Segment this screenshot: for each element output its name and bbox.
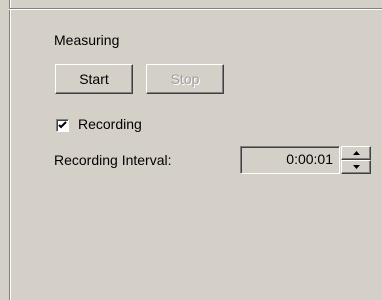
start-button[interactable]: Start xyxy=(55,64,133,94)
panel-border-left xyxy=(9,0,11,300)
arrow-down-icon xyxy=(353,165,360,169)
arrow-up-icon xyxy=(353,151,360,155)
stop-button[interactable]: Stop xyxy=(146,64,224,94)
panel-border-top xyxy=(9,8,382,10)
checkmark-icon xyxy=(58,121,67,129)
spin-up-button[interactable] xyxy=(341,146,371,160)
recording-interval-field[interactable]: 0:00:01 xyxy=(240,146,340,174)
recording-checkbox-label[interactable]: Recording xyxy=(78,116,142,132)
group-title: Measuring xyxy=(54,32,120,48)
recording-interval-label: Recording Interval: xyxy=(54,152,172,168)
recording-checkbox[interactable] xyxy=(56,119,69,132)
spin-down-button[interactable] xyxy=(341,160,371,174)
